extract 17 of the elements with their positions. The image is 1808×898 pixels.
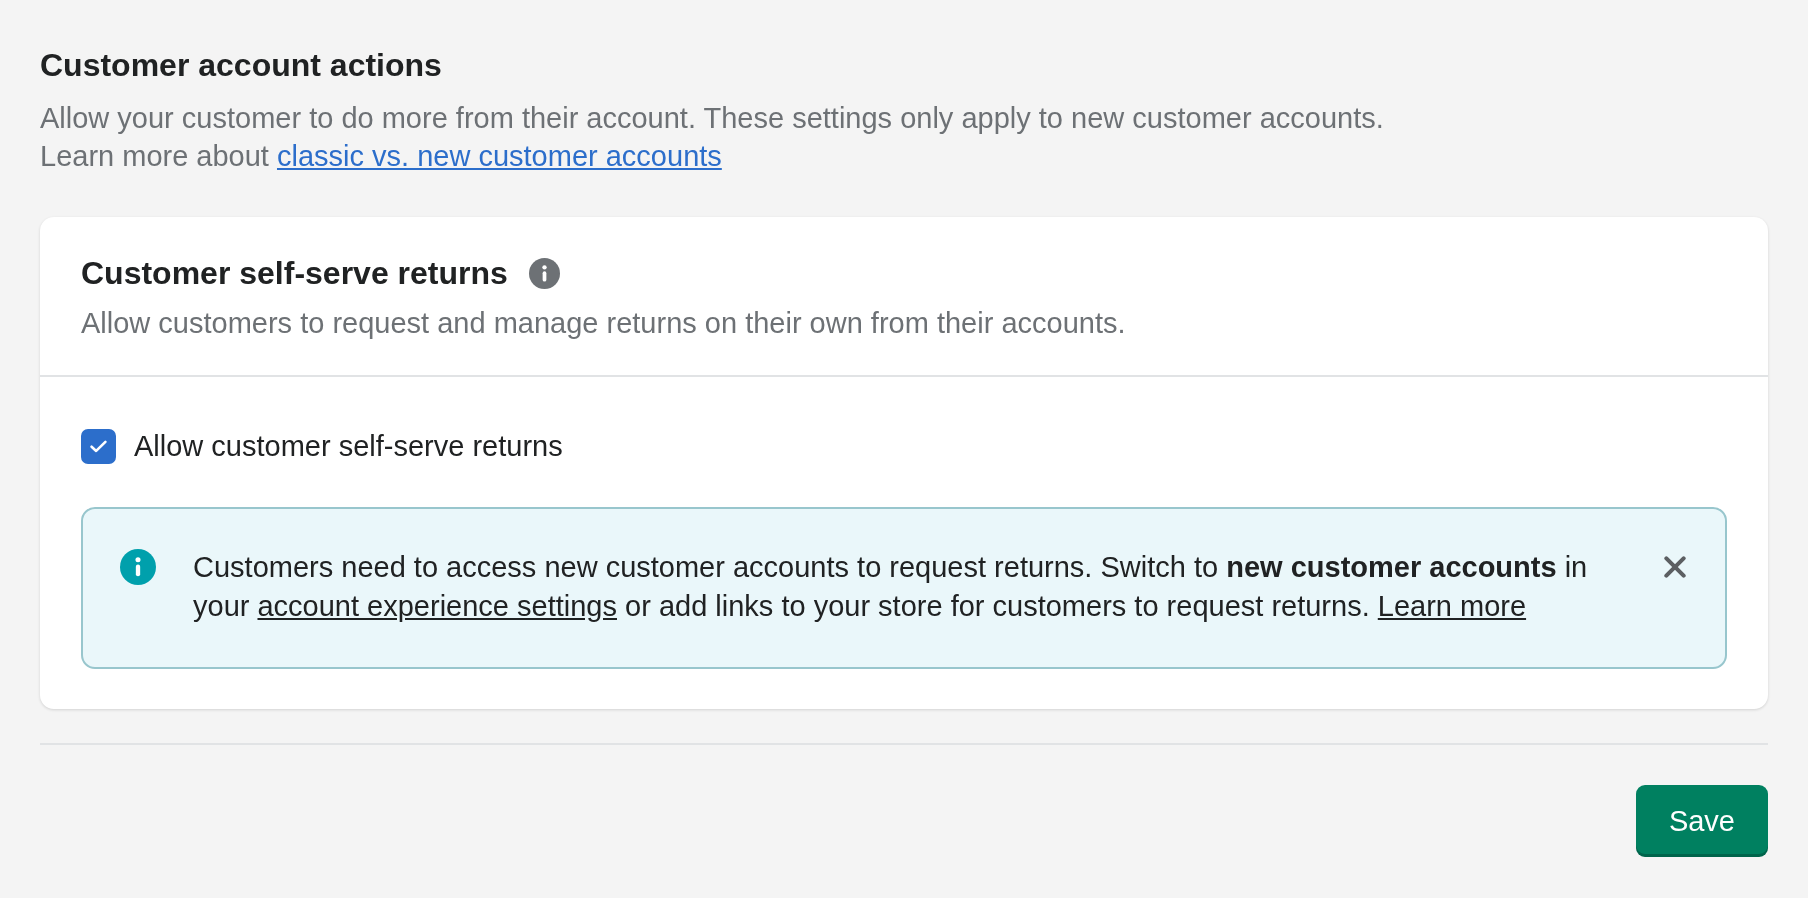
section-description: Allow your customer to do more from their account. These settings only apply to new customer accounts. (40, 101, 1384, 136)
close-icon (1664, 556, 1686, 578)
learn-more-text: Learn more about classic vs. new customer accounts (40, 139, 722, 174)
banner-message: Customers need to access new customer accounts to request returns. Switch to new customer accounts in your account experience settings or add links to your store for customers to request returns. Learn more (193, 550, 1589, 624)
info-icon (120, 549, 156, 585)
dismiss-button[interactable] (1664, 556, 1686, 578)
checkbox-label[interactable]: Allow customer self-serve returns (134, 427, 563, 465)
checkbox[interactable] (81, 428, 116, 464)
card-title: Customer self-serve returns (81, 254, 508, 292)
banner-link[interactable]: account experience settings (257, 590, 617, 622)
customer-accounts-link[interactable]: classic vs. new customer accounts (277, 140, 722, 172)
save-button[interactable]: Save (1635, 785, 1768, 857)
section-heading: Customer account actions (40, 46, 442, 84)
info-icon[interactable] (528, 257, 560, 289)
banner-link[interactable]: Learn more (1377, 590, 1527, 622)
card-description: Allow customers to request and manage returns on their own from their accounts. (81, 306, 1126, 341)
checkmark-icon (90, 439, 107, 453)
